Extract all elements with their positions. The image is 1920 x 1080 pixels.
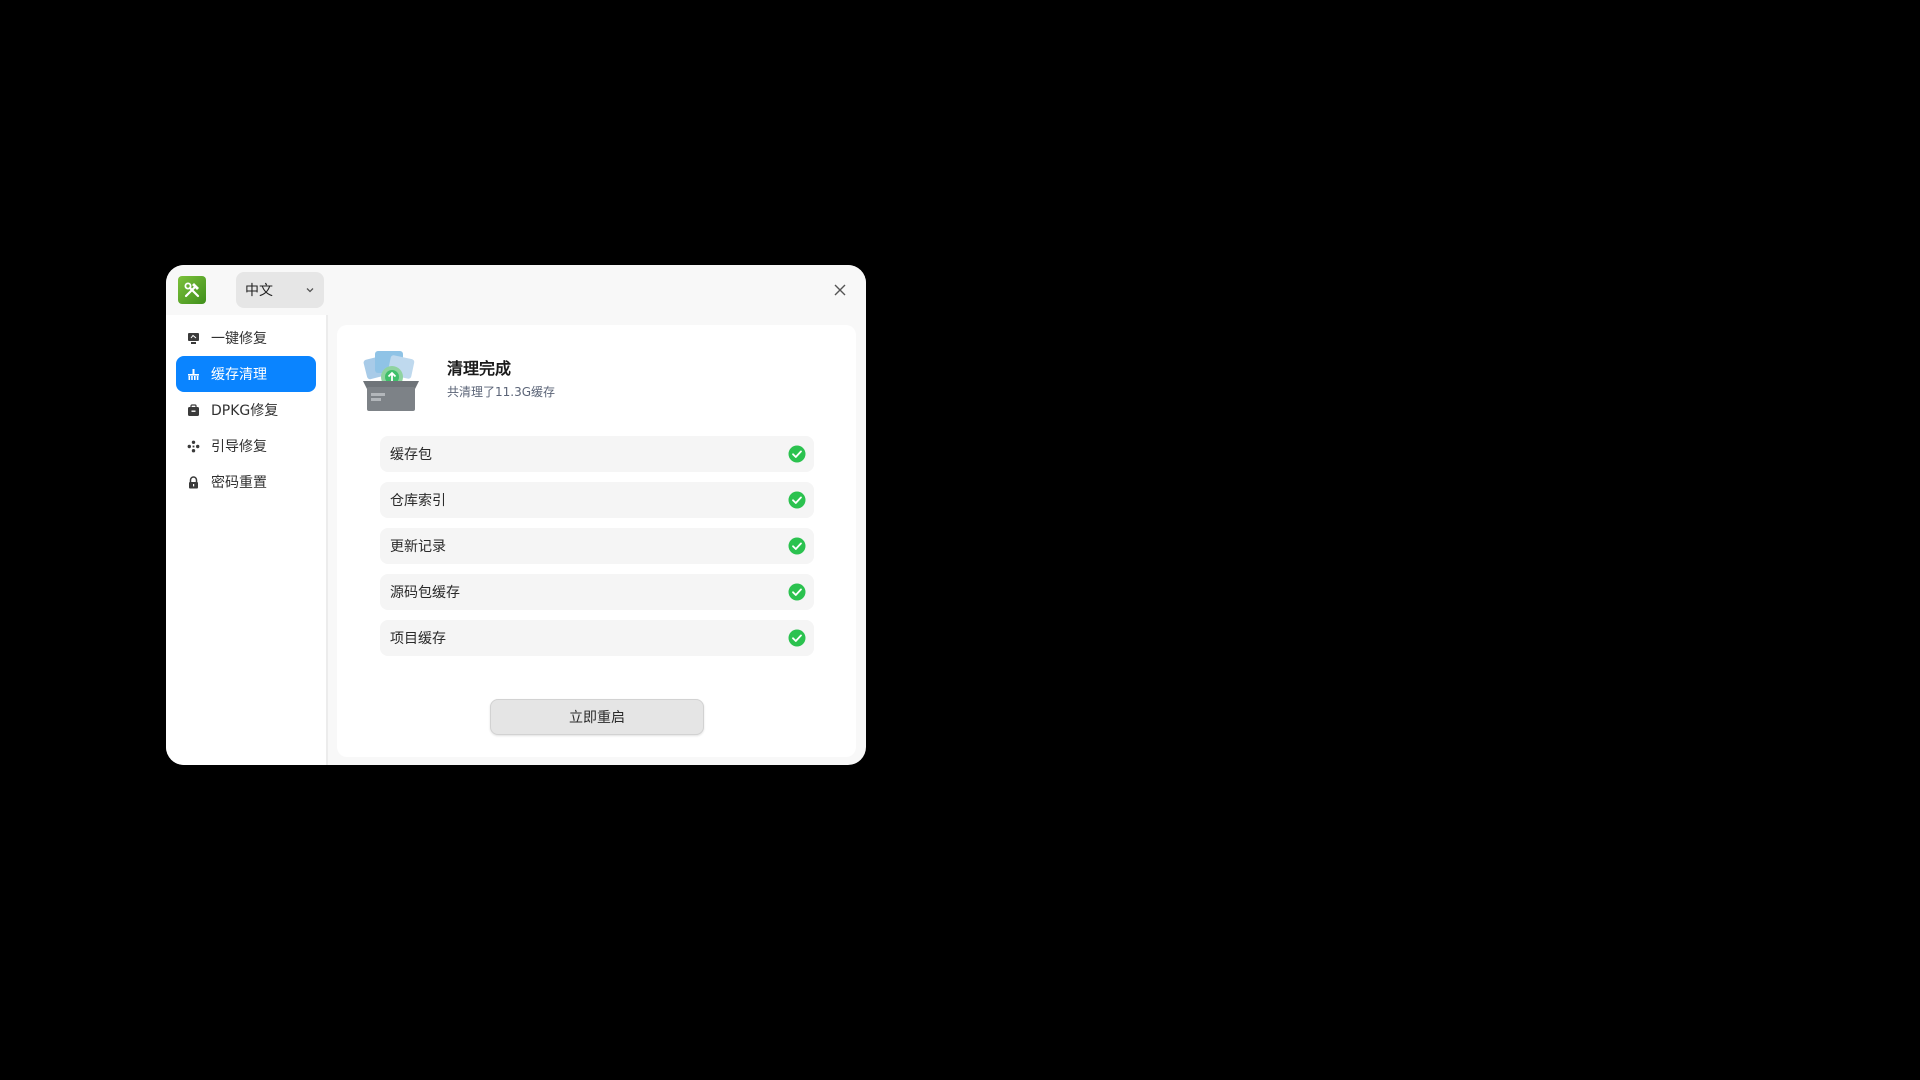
check-circle-icon [788, 583, 806, 601]
sidebar-item-label: 密码重置 [211, 475, 267, 491]
list-item: 更新记录 [380, 528, 814, 564]
item-label: 仓库索引 [390, 493, 446, 509]
sidebar-item-label: 引导修复 [211, 439, 267, 455]
sidebar-item-boot-repair[interactable]: 引导修复 [176, 428, 316, 464]
check-circle-icon [788, 537, 806, 555]
sidebar-item-cache-clean[interactable]: 缓存清理 [176, 356, 316, 392]
package-icon [186, 403, 200, 417]
sidebar-item-password-reset[interactable]: 密码重置 [176, 464, 316, 500]
chevron-down-icon [306, 288, 314, 293]
cleanup-box-icon [359, 347, 423, 413]
sidebar: 一键修复 缓存清理 DPKG修复 引导修复 密码重置 [166, 315, 326, 765]
boot-icon [186, 439, 200, 453]
close-button[interactable] [830, 280, 850, 300]
result-title: 清理完成 [447, 359, 512, 378]
item-label: 源码包缓存 [390, 585, 460, 601]
list-item: 缓存包 [380, 436, 814, 472]
sidebar-item-label: 缓存清理 [211, 367, 267, 383]
app-window: 中文 一键修复 缓存清理 DPKG修复 引导修复 密码重置 清理完成 共清理了1… [166, 265, 866, 765]
check-circle-icon [788, 629, 806, 647]
item-label: 更新记录 [390, 539, 446, 555]
list-item: 项目缓存 [380, 620, 814, 656]
sidebar-item-one-click-repair[interactable]: 一键修复 [176, 320, 316, 356]
sidebar-item-dpkg-repair[interactable]: DPKG修复 [176, 392, 316, 428]
check-circle-icon [788, 445, 806, 463]
list-item: 源码包缓存 [380, 574, 814, 610]
main-panel: 清理完成 共清理了11.3G缓存 缓存包 仓库索引 更新记录 源码包缓存 项目缓… [337, 325, 856, 757]
close-icon [834, 284, 846, 296]
check-circle-icon [788, 491, 806, 509]
item-label: 项目缓存 [390, 631, 446, 647]
sidebar-item-label: 一键修复 [211, 331, 267, 347]
sidebar-item-label: DPKG修复 [211, 403, 279, 419]
list-item: 仓库索引 [380, 482, 814, 518]
app-logo-icon [178, 276, 206, 304]
item-label: 缓存包 [390, 447, 432, 463]
language-select[interactable]: 中文 [236, 272, 324, 308]
result-subtitle: 共清理了11.3G缓存 [447, 385, 556, 399]
broom-icon [186, 367, 200, 381]
monitor-icon [186, 331, 200, 345]
language-value: 中文 [245, 283, 273, 299]
sidebar-divider [326, 315, 328, 765]
title-bar: 中文 [166, 265, 866, 315]
lock-icon [186, 475, 200, 489]
restart-now-button[interactable]: 立即重启 [490, 699, 704, 735]
